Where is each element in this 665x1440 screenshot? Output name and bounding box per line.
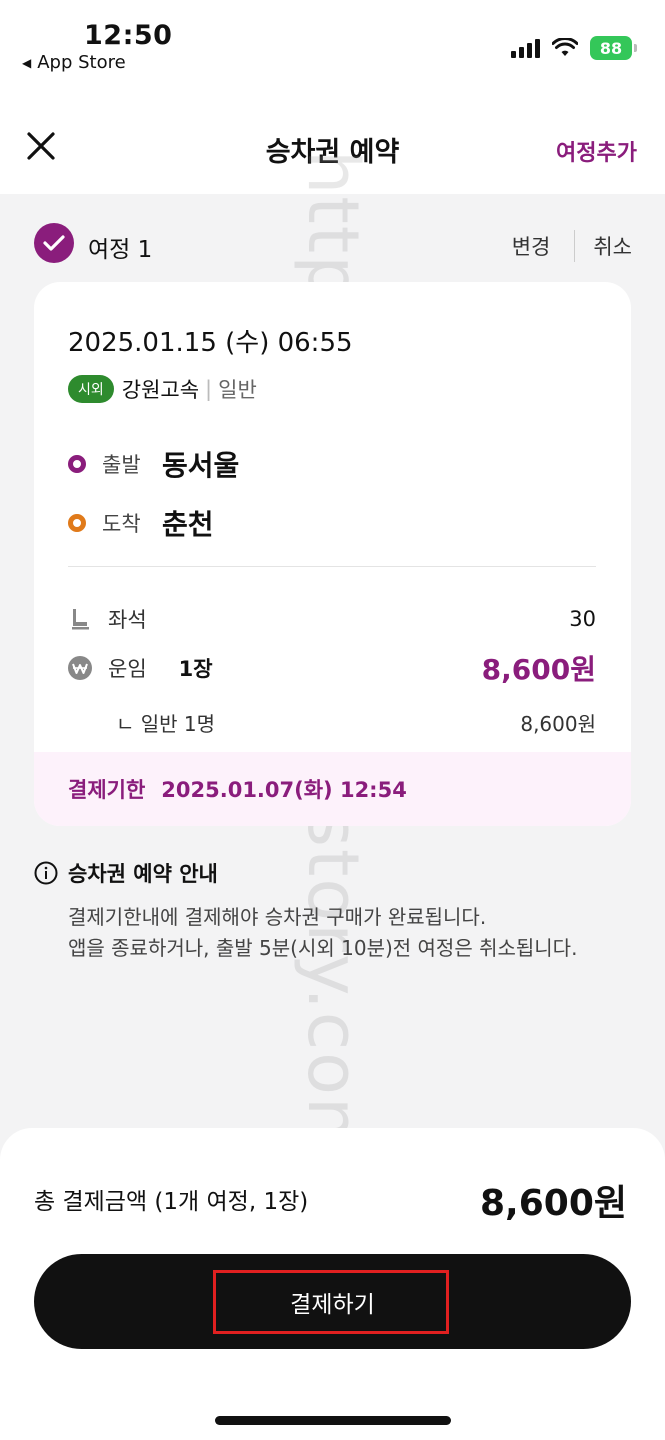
route-type-badge: 시외: [68, 375, 114, 403]
home-indicator: [215, 1416, 451, 1425]
status-bar: 12:50 ◀ App Store 88: [0, 0, 665, 95]
departure-dot-icon: [68, 455, 86, 473]
won-icon: [68, 656, 92, 680]
cancel-trip-button[interactable]: 취소: [593, 231, 632, 261]
ticket-card: 2025.01.15 (수) 06:55 시외 강원고속 | 일반 출발 동서울…: [34, 282, 631, 826]
back-to-app-store-link[interactable]: ◀ App Store: [22, 52, 126, 73]
wifi-icon: [552, 38, 578, 56]
departure-datetime: 2025.01.15 (수) 06:55: [68, 328, 353, 358]
arrival-dot-icon: [68, 514, 86, 532]
total-label: 총 결제금액 (1개 여정, 1장): [34, 1189, 309, 1215]
back-app-label: App Store: [37, 52, 126, 73]
fare-label: 운임: [108, 657, 147, 681]
fare-breakdown-value: 8,600원: [520, 712, 596, 736]
back-arrow-icon: ◀: [22, 55, 32, 70]
operator-row: 시외 강원고속 | 일반: [68, 374, 257, 404]
arrival-role: 도착: [102, 512, 141, 536]
arrival-row: 도착 춘천: [68, 503, 214, 543]
seat-row: 좌석 30: [68, 604, 596, 634]
notice-title: 승차권 예약 안내: [68, 862, 218, 886]
divider: [574, 230, 576, 262]
add-trip-button[interactable]: 여정추가: [556, 135, 637, 167]
check-icon[interactable]: [34, 223, 74, 263]
fare-breakdown-label: ㄴ 일반 1명: [116, 712, 216, 736]
fare-row: 운임 1장 8,600원: [68, 648, 596, 688]
departure-row: 출발 동서울: [68, 444, 239, 484]
payment-sheet: 총 결제금액 (1개 여정, 1장) 8,600원 결제하기: [0, 1128, 665, 1440]
bus-grade: 일반: [218, 378, 257, 402]
deadline-value: 2025.01.07(화) 12:54: [161, 778, 407, 802]
trip-label: 여정 1: [88, 237, 153, 263]
trip-row: 여정 1 변경 취소: [34, 222, 632, 264]
status-icons: 88: [511, 36, 637, 60]
fare-breakdown-row: ㄴ 일반 1명 8,600원: [116, 708, 596, 737]
cellular-signal-icon: [511, 38, 540, 58]
battery-icon: 88: [590, 36, 637, 60]
notice-line-2: 앱을 종료하거나, 출발 5분(시외 10분)전 여정은 취소됩니다.: [68, 936, 578, 960]
change-trip-button[interactable]: 변경: [512, 231, 551, 261]
notice-line-1: 결제기한내에 결제해야 승차권 구매가 완료됩니다.: [68, 905, 487, 929]
deadline-label: 결제기한: [68, 778, 146, 802]
ticket-count: 1장: [178, 657, 213, 681]
battery-level: 88: [590, 36, 632, 60]
departure-place: 동서울: [162, 449, 240, 482]
seat-number: 30: [569, 607, 596, 631]
card-divider: [68, 566, 596, 567]
separator: |: [205, 377, 213, 401]
status-time: 12:50: [84, 20, 173, 51]
total-amount: 8,600원: [480, 1183, 627, 1224]
departure-role: 출발: [102, 453, 141, 477]
header: 승차권 예약 여정추가: [0, 95, 665, 194]
info-icon: [34, 861, 58, 885]
seat-label: 좌석: [108, 608, 147, 632]
arrival-place: 춘천: [162, 508, 214, 541]
pay-button[interactable]: 결제하기: [34, 1254, 631, 1349]
trip-actions: 변경 취소: [512, 230, 632, 262]
fare-amount: 8,600원: [481, 653, 596, 686]
seat-icon: [72, 609, 89, 630]
payment-deadline: 결제기한 2025.01.07(화) 12:54: [34, 752, 631, 826]
booking-notice: 승차권 예약 안내 결제기한내에 결제해야 승차권 구매가 완료됩니다. 앱을 …: [34, 858, 634, 964]
operator-name: 강원고속: [121, 378, 200, 402]
